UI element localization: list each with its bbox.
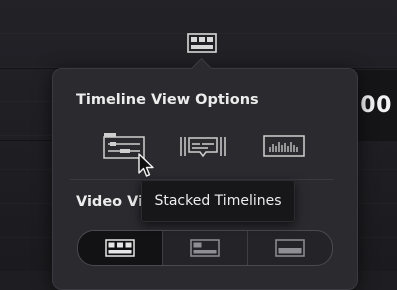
thumbnail-view-button[interactable] [163,231,248,265]
simple-view-icon [275,239,305,257]
filmstrip-view-icon [105,239,135,257]
timeline-view-options-icon [187,33,217,53]
simple-view-button[interactable] [248,231,332,265]
video-view-segmented-control [77,230,333,266]
mouse-pointer-icon [138,153,154,177]
audio-waveform-icon [263,135,305,157]
stacked-timelines-tooltip: Stacked Timelines [141,180,295,222]
audio-waveform-option[interactable] [259,131,309,161]
subtitle-tracks-option[interactable] [178,131,228,161]
timeline-view-options-button[interactable] [180,28,224,58]
subtitle-tracks-icon [180,137,226,158]
filmstrip-view-button[interactable] [78,231,163,265]
timeline-view-options-title: Timeline View Options [76,92,259,108]
thumbnail-view-icon [190,239,220,257]
